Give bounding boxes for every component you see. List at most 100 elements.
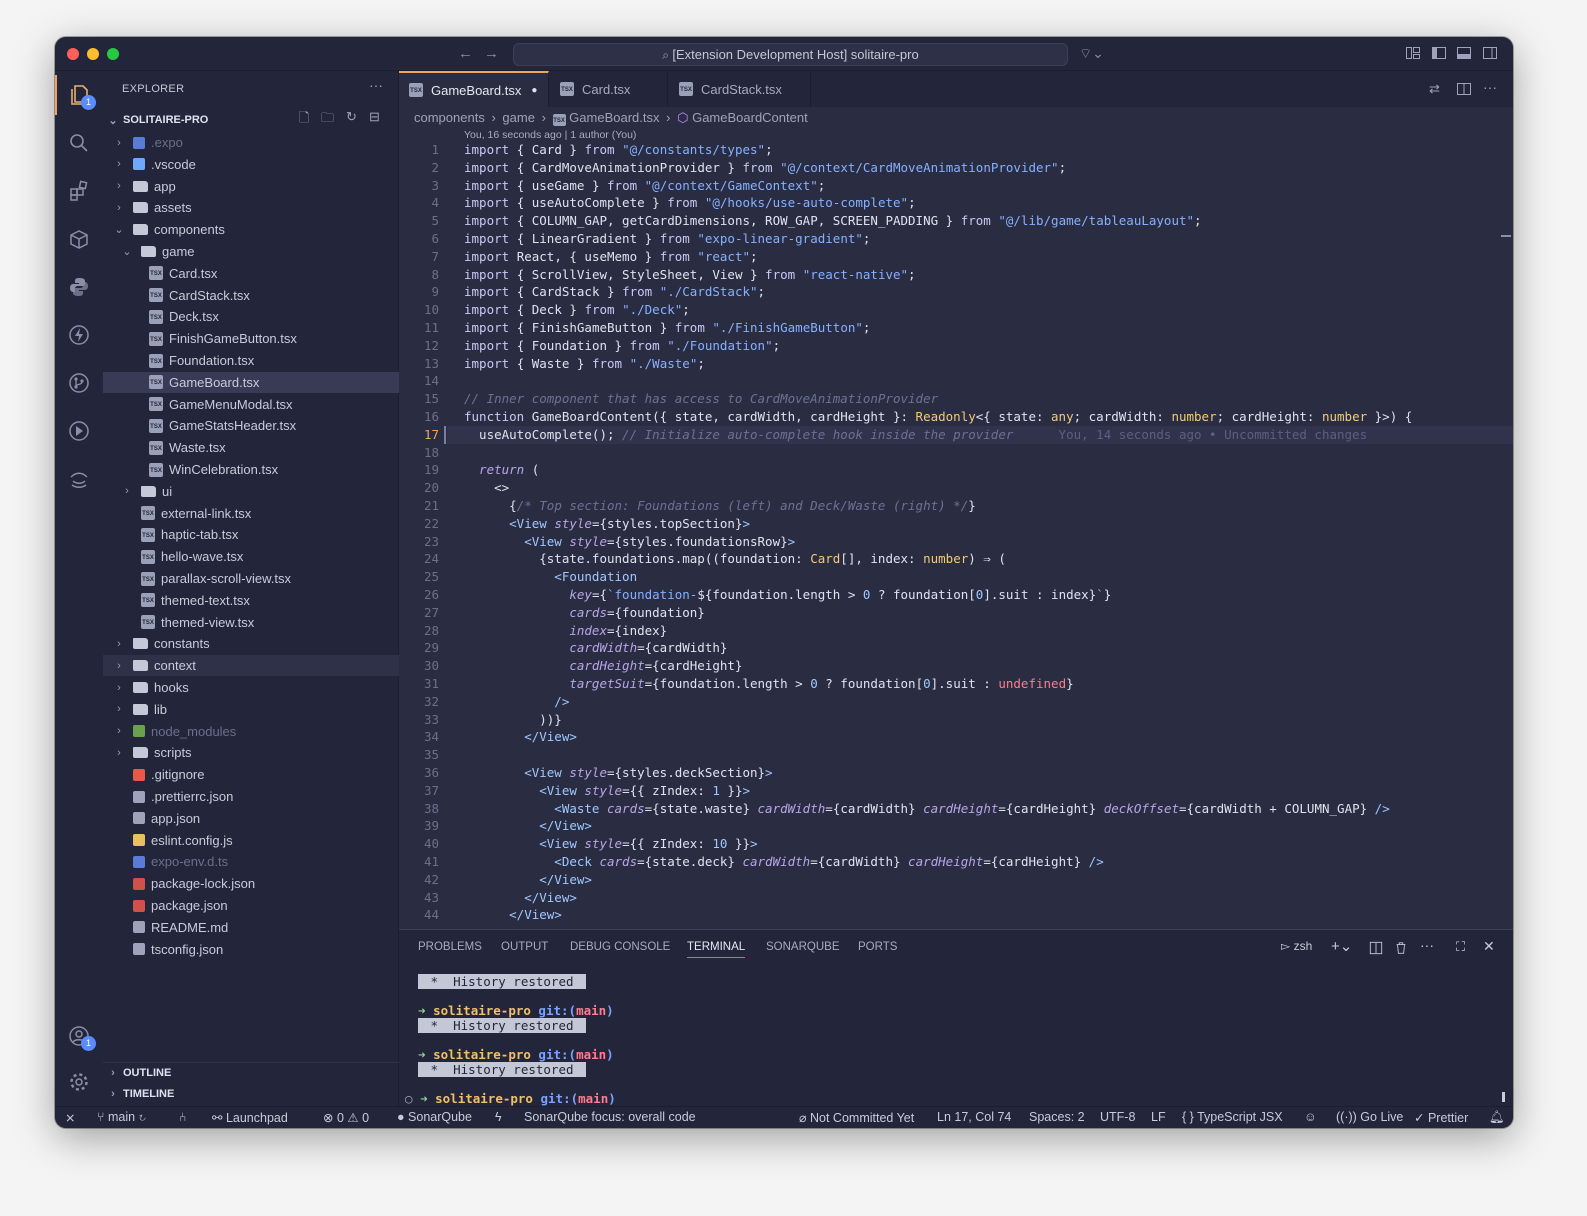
code-line[interactable]: cardWidth={cardWidth}	[464, 639, 727, 657]
activity-sonarqube[interactable]	[55, 459, 103, 499]
code-line[interactable]: {/* Top section: Foundations (left) and …	[464, 497, 976, 515]
activity-search[interactable]	[55, 123, 103, 163]
tree-item[interactable]: expo-env.d.ts	[103, 851, 399, 872]
panel-tab[interactable]: SONARQUBE	[766, 941, 840, 953]
tree-item[interactable]: TSX external-link.tsx	[103, 503, 399, 524]
code-line[interactable]: import React, { useMemo } from "react";	[464, 248, 758, 266]
code-line[interactable]: import { useGame } from "@/context/GameC…	[464, 177, 825, 195]
activity-accounts[interactable]: 1	[55, 1016, 103, 1056]
breadcrumb-item[interactable]: game	[502, 110, 535, 125]
timeline-section[interactable]: › TIMELINE	[103, 1084, 399, 1104]
code-line[interactable]: </View>	[464, 906, 562, 924]
code-line[interactable]: <Foundation	[464, 568, 637, 586]
modified-dot-icon[interactable]: ●	[531, 85, 537, 96]
code-line[interactable]: cards={foundation}	[464, 604, 705, 622]
tree-item[interactable]: TSX hello-wave.tsx	[103, 546, 399, 567]
command-center[interactable]: ⌕ [Extension Development Host] solitaire…	[513, 43, 1068, 66]
code-line[interactable]: import { CardMoveAnimationProvider } fro…	[464, 159, 1066, 177]
tab-card[interactable]: TSX Card.tsx	[550, 71, 668, 107]
tree-item[interactable]: TSX Waste.tsx	[103, 437, 399, 458]
code-line[interactable]: <View style={styles.topSection}>	[464, 515, 750, 533]
panel-tab[interactable]: PROBLEMS	[418, 941, 482, 953]
code-line[interactable]: <View style={styles.deckSection}>	[464, 764, 772, 782]
code-line[interactable]: return (	[464, 461, 539, 479]
tree-item[interactable]: TSX CardStack.tsx	[103, 285, 399, 306]
more-actions-icon[interactable]: ···	[1483, 79, 1497, 95]
tab-gameboard[interactable]: TSX GameBoard.tsx ●	[399, 71, 549, 107]
activity-python[interactable]	[55, 267, 103, 307]
toggle-panel-icon[interactable]	[1456, 45, 1472, 61]
codelens-blame[interactable]: You, 16 seconds ago | 1 author (You)	[464, 129, 636, 141]
toggle-primary-sidebar-icon[interactable]	[1431, 45, 1447, 61]
split-editor-icon[interactable]	[1456, 81, 1472, 97]
code-line[interactable]: import { CardStack } from "./CardStack";	[464, 283, 765, 301]
panel-tab[interactable]: OUTPUT	[501, 941, 548, 953]
code-line[interactable]: </View>	[464, 871, 592, 889]
activity-explorer[interactable]: 1	[55, 75, 103, 115]
code-line[interactable]: import { Foundation } from "./Foundation…	[464, 337, 780, 355]
code-line[interactable]: <View style={{ zIndex: 1 }}>	[464, 782, 750, 800]
indentation[interactable]: Spaces: 2	[1029, 1110, 1085, 1124]
tree-item[interactable]: › ui	[103, 481, 399, 502]
tree-item[interactable]: TSX GameMenuModal.tsx	[103, 394, 399, 415]
tree-item[interactable]: › lib	[103, 699, 399, 720]
activity-run-debug[interactable]	[55, 411, 103, 451]
sonar-focus[interactable]: SonarQube focus: overall code	[524, 1110, 696, 1124]
code-line[interactable]: key={`foundation-${foundation.length > 0…	[464, 586, 1111, 604]
tree-item[interactable]: TSX parallax-scroll-view.tsx	[103, 568, 399, 589]
tree-item[interactable]: eslint.config.js	[103, 830, 399, 851]
branch-status[interactable]: ⑂ main ↻	[97, 1110, 146, 1124]
more-actions-icon[interactable]: ···	[369, 77, 383, 93]
panel-tab[interactable]: PORTS	[858, 941, 897, 953]
code-line[interactable]: function GameBoardContent({ state, cardW…	[464, 408, 1412, 426]
end-of-line[interactable]: LF	[1151, 1110, 1166, 1124]
maximize-panel-icon[interactable]: ⛶	[1456, 939, 1465, 955]
prettier-status[interactable]: ✓ Prettier	[1414, 1110, 1468, 1125]
tree-item[interactable]: .gitignore	[103, 764, 399, 785]
activity-lightning[interactable]	[55, 315, 103, 355]
tree-item[interactable]: app.json	[103, 808, 399, 829]
code-line[interactable]: <Waste cards={state.waste} cardWidth={ca…	[464, 800, 1389, 818]
activity-source-control[interactable]	[55, 363, 103, 403]
code-line[interactable]: import { Card } from "@/constants/types"…	[464, 141, 773, 159]
tree-item[interactable]: › context	[103, 655, 399, 677]
code-line[interactable]: // Inner component that has access to Ca…	[464, 390, 938, 408]
tree-item[interactable]: › scripts	[103, 742, 399, 763]
new-file-icon[interactable]: 🗋	[299, 109, 309, 131]
language-mode[interactable]: { } TypeScript JSX	[1182, 1110, 1283, 1124]
panel-tab[interactable]: TERMINAL	[687, 941, 746, 958]
tree-item[interactable]: › .vscode	[103, 154, 399, 175]
code-line[interactable]: import { ScrollView, StyleSheet, View } …	[464, 266, 916, 284]
minimize-window-button[interactable]	[87, 48, 99, 60]
copilot-icon[interactable]: ☺	[1304, 1110, 1317, 1124]
refresh-icon[interactable]: ↻	[346, 109, 357, 125]
tree-item[interactable]: .prettierrc.json	[103, 786, 399, 807]
code-line[interactable]: import { FinishGameButton } from "./Fini…	[464, 319, 870, 337]
tree-item[interactable]: TSX GameStatsHeader.tsx	[103, 415, 399, 436]
code-line[interactable]: </View>	[464, 817, 592, 835]
tree-item[interactable]: TSX GameBoard.tsx	[103, 371, 399, 393]
tree-item[interactable]: › hooks	[103, 677, 399, 698]
code-line[interactable]: </View>	[464, 728, 577, 746]
tree-item[interactable]: TSX FinishGameButton.tsx	[103, 328, 399, 349]
activity-manage[interactable]	[55, 1062, 103, 1102]
code-line[interactable]: <>	[464, 479, 509, 497]
more-actions-icon[interactable]: ···	[1420, 937, 1434, 953]
code-line[interactable]: </View>	[464, 889, 577, 907]
code-line[interactable]: <View style={{ zIndex: 10 }}>	[464, 835, 757, 853]
tree-item[interactable]: ⌄ game	[103, 241, 399, 262]
tree-item[interactable]: TSX themed-view.tsx	[103, 612, 399, 633]
code-line[interactable]: <View style={styles.foundationsRow}>	[464, 533, 795, 551]
tree-item[interactable]: TSX Foundation.tsx	[103, 350, 399, 371]
tree-item[interactable]: › app	[103, 176, 399, 197]
outline-section[interactable]: › OUTLINE	[103, 1062, 399, 1082]
tree-item[interactable]: TSX WinCelebration.tsx	[103, 459, 399, 480]
trash-icon[interactable]	[1394, 941, 1408, 955]
code-line[interactable]: {state.foundations.map((foundation: Card…	[464, 550, 1006, 568]
encoding[interactable]: UTF-8	[1100, 1110, 1135, 1124]
code-line[interactable]: import { useAutoComplete } from "@/hooks…	[464, 194, 916, 212]
tree-item[interactable]: › .expo	[103, 132, 399, 153]
code-line[interactable]: <Deck cards={state.deck} cardWidth={card…	[464, 853, 1103, 871]
activity-extensions[interactable]	[55, 171, 103, 211]
tree-item[interactable]: package-lock.json	[103, 873, 399, 894]
